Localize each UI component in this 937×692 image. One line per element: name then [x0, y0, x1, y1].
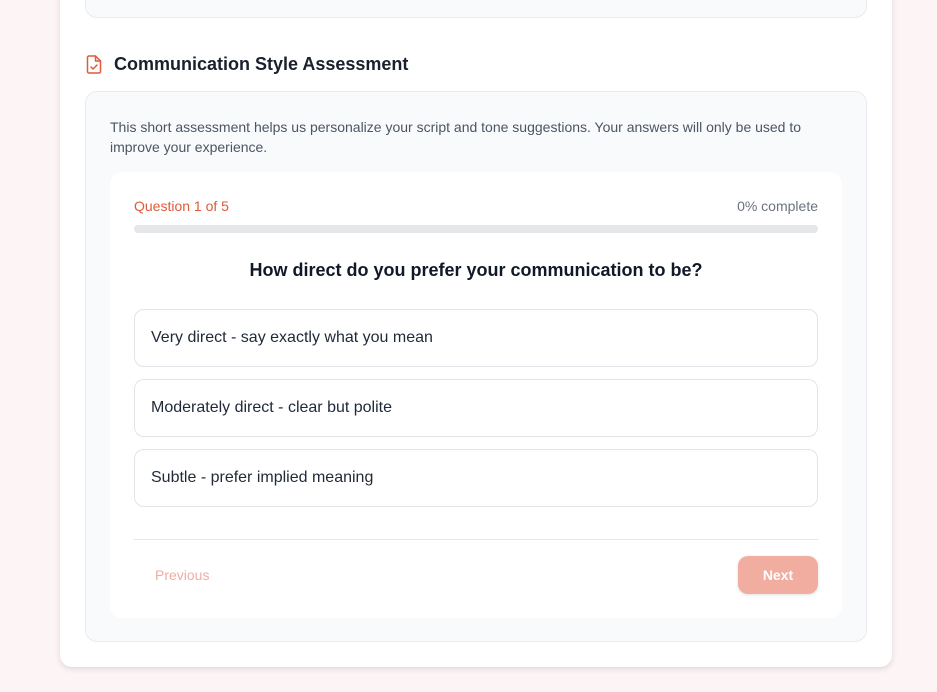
quiz-card: Question 1 of 5 0% complete How direct d… [110, 172, 842, 618]
assessment-panel: This short assessment helps us personali… [85, 91, 867, 642]
answer-option-very-direct[interactable]: Very direct - say exactly what you mean [134, 309, 818, 367]
question-counter: Question 1 of 5 [134, 198, 229, 214]
answer-option-subtle[interactable]: Subtle - prefer implied meaning [134, 449, 818, 507]
question-text: How direct do you prefer your communicat… [249, 260, 703, 280]
main-card: Communication Style Assessment This shor… [60, 0, 892, 667]
answer-option-label: Moderately direct - clear but polite [151, 399, 392, 416]
section-title: Communication Style Assessment [114, 54, 409, 74]
next-button[interactable]: Next [738, 556, 818, 594]
answer-option-moderately-direct[interactable]: Moderately direct - clear but polite [134, 379, 818, 437]
progress-bar [134, 225, 818, 233]
previous-button[interactable]: Previous [134, 556, 230, 594]
assessment-intro: This short assessment helps us personali… [110, 119, 802, 155]
answer-option-label: Subtle - prefer implied meaning [151, 469, 374, 486]
divider [134, 539, 818, 540]
answer-option-label: Very direct - say exactly what you mean [151, 329, 433, 346]
file-check-icon [86, 54, 104, 75]
quiz-status-row: Question 1 of 5 0% complete [134, 198, 818, 214]
progress-label: 0% complete [737, 198, 818, 214]
section-header: Communication Style Assessment [86, 54, 408, 75]
previous-section-panel [85, 0, 867, 18]
